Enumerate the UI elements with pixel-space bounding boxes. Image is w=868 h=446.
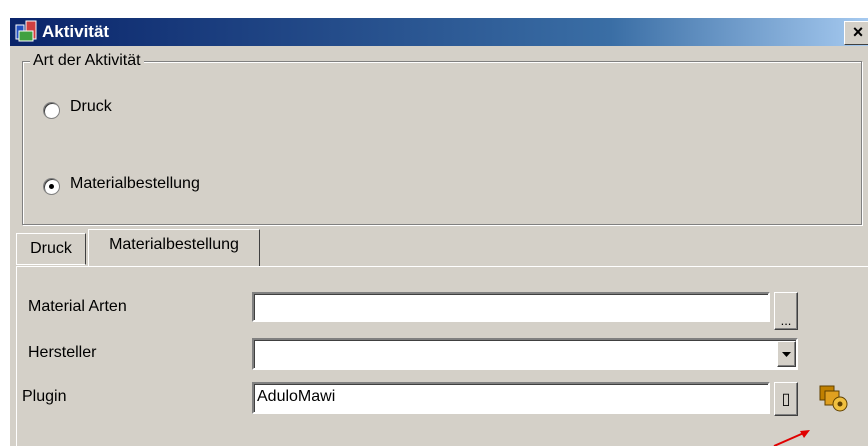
group-legend: Art der Aktivität bbox=[30, 52, 144, 70]
radio-selected-dot bbox=[49, 184, 54, 189]
plugin-field[interactable]: AduloMawi bbox=[252, 382, 770, 414]
activity-type-group bbox=[22, 61, 862, 225]
tab-druck-label: Druck bbox=[30, 240, 72, 257]
plugin-label: Plugin bbox=[22, 388, 67, 405]
activity-dialog: Aktivität × Art der Aktivität Druck Mate… bbox=[10, 18, 868, 446]
radio-materialbestellung-label[interactable]: Materialbestellung bbox=[70, 175, 200, 193]
title-bar[interactable]: Aktivität × bbox=[10, 18, 868, 46]
radio-druck[interactable] bbox=[43, 102, 60, 119]
close-button[interactable]: × bbox=[844, 21, 868, 45]
material-arten-field[interactable] bbox=[252, 292, 770, 322]
window-title: Aktivität bbox=[42, 22, 110, 41]
material-arten-browse-button[interactable]: ... bbox=[774, 292, 798, 330]
chevron-down-icon bbox=[782, 352, 791, 357]
app-icon bbox=[15, 20, 37, 42]
radio-materialbestellung[interactable] bbox=[43, 178, 60, 195]
tab-materialbestellung-label: Materialbestellung bbox=[109, 236, 239, 253]
material-arten-label: Material Arten bbox=[28, 298, 127, 315]
hersteller-dropdown-button[interactable] bbox=[777, 341, 796, 367]
tab-materialbestellung[interactable]: Materialbestellung bbox=[88, 229, 260, 267]
plugin-settings-icon[interactable] bbox=[818, 384, 852, 414]
hersteller-label: Hersteller bbox=[28, 344, 97, 361]
close-icon: × bbox=[852, 22, 864, 42]
tab-druck[interactable]: Druck bbox=[16, 233, 86, 265]
annotation-arrow-icon bbox=[773, 430, 810, 446]
plugin-select-button[interactable]: ▯ bbox=[774, 382, 798, 416]
radio-druck-label[interactable]: Druck bbox=[70, 98, 112, 116]
hersteller-select[interactable] bbox=[252, 338, 798, 370]
